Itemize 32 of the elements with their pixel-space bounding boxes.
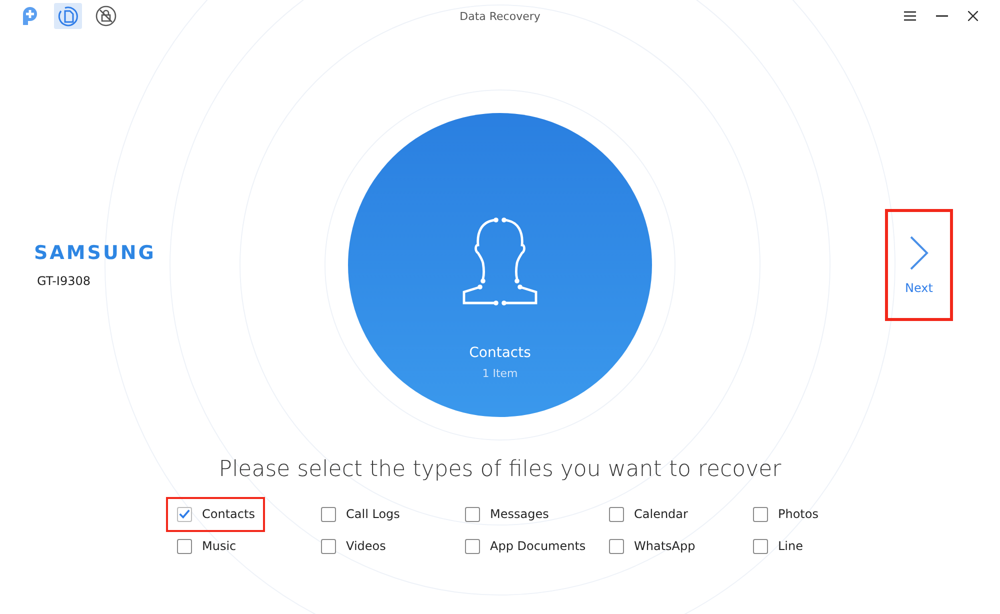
chevron-right-icon	[909, 235, 929, 271]
file-type-option[interactable]: Music	[166, 528, 246, 564]
file-type-option[interactable]: WhatsApp	[598, 528, 706, 564]
menu-icon[interactable]	[904, 11, 916, 21]
checkbox[interactable]	[465, 506, 480, 522]
checkbox[interactable]	[753, 506, 768, 522]
brand-logo: SAMSUNG	[34, 242, 157, 264]
checkbox[interactable]	[465, 538, 480, 554]
file-type-option[interactable]: Line	[742, 528, 814, 564]
file-type-option[interactable]: Call Logs	[310, 496, 410, 532]
device-model: GT-I9308	[36, 274, 92, 288]
file-type-option[interactable]: App Documents	[454, 528, 596, 564]
instruction-heading: Please select the types of files you want to recover	[218, 457, 782, 482]
checkbox[interactable]	[609, 506, 624, 522]
category-count: 1 Item	[482, 367, 518, 380]
category-name: Contacts	[469, 345, 531, 361]
file-type-option[interactable]: Messages	[454, 496, 559, 532]
checkbox[interactable]	[321, 506, 336, 522]
checkbox[interactable]	[609, 538, 624, 554]
checkbox[interactable]	[177, 506, 192, 522]
checkbox[interactable]	[177, 538, 192, 554]
file-type-option[interactable]: Videos	[310, 528, 396, 564]
window-title: Data Recovery	[458, 10, 542, 22]
checkbox[interactable]	[753, 538, 768, 554]
file-type-option[interactable]: Calendar	[598, 496, 698, 532]
file-type-option[interactable]: Photos	[742, 496, 828, 532]
checkbox[interactable]	[321, 538, 336, 554]
minimize-icon[interactable]	[936, 15, 948, 17]
file-type-option[interactable]: Contacts	[166, 496, 265, 532]
file-recovery-tab[interactable]	[54, 3, 82, 29]
next-button[interactable]: Next	[885, 209, 953, 321]
close-icon[interactable]	[968, 11, 978, 21]
